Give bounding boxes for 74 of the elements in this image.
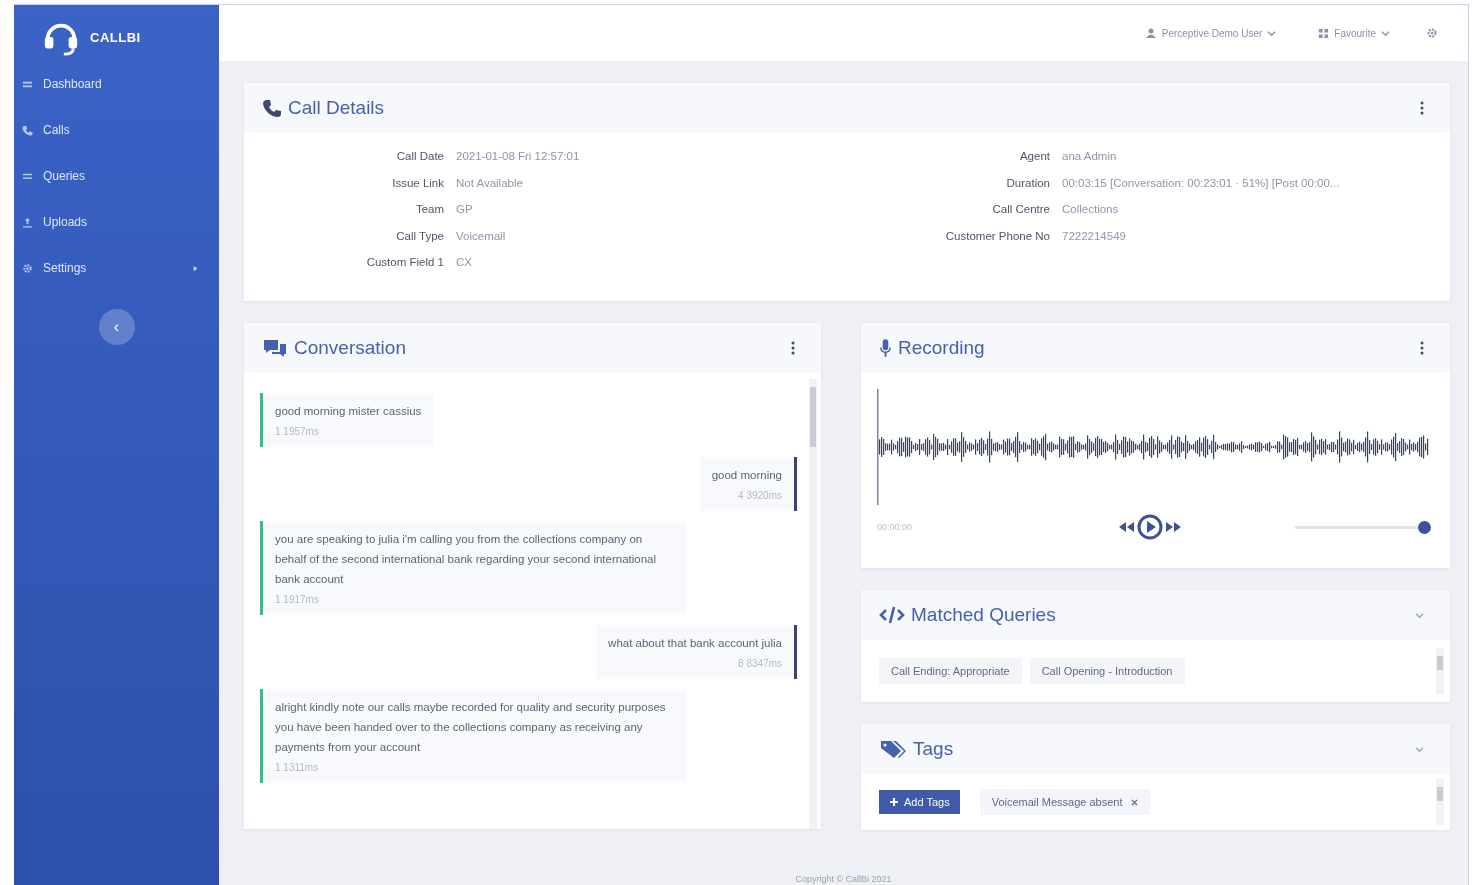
field-label: Duration: [1005, 175, 1050, 191]
field-value: 00:03:15 [Conversation: 00:23:01 · 51%] [Post 00:00...: [1062, 175, 1341, 191]
scrollbar[interactable]: [1436, 648, 1444, 694]
time-text: 00:00:00: [877, 522, 914, 532]
field-label: Issue Link: [391, 175, 444, 191]
scrollbar[interactable]: [809, 379, 817, 829]
plus-icon: [889, 797, 899, 807]
close-icon[interactable]: [1130, 798, 1138, 806]
sidebar-item[interactable]: Dashboard: [14, 61, 219, 107]
field-label: Agent: [1018, 149, 1050, 164]
message-text: alright kindly note our calls maybe recorded for quality and security purposes you have been handed over to the collections company as receiving any payments from your account: [275, 700, 667, 755]
grid-icon: [1318, 27, 1330, 39]
brand-name: CALLBI: [90, 29, 141, 45]
sidebar-item[interactable]: Calls: [14, 107, 219, 153]
tag-chip: Voicemail Message absent: [979, 789, 1150, 815]
query-chip: Call Opening - Introduction: [1029, 658, 1185, 684]
sidebar-item[interactable]: Settings: [14, 245, 219, 291]
field-value: CX: [456, 255, 473, 270]
sidebar-item[interactable]: Queries: [14, 153, 219, 199]
comments-icon: [262, 338, 288, 358]
card-title: Recording: [898, 337, 986, 359]
field-value: ana Admin: [1062, 149, 1118, 164]
query-chip: Call Ending: Appropriate: [879, 658, 1022, 684]
field-value: GP: [456, 202, 474, 217]
tags-icon: [879, 739, 907, 759]
message-time: 1 1311ms: [275, 761, 320, 775]
play-icon[interactable]: [1137, 514, 1163, 540]
code-icon: [879, 605, 905, 625]
message-text: what about that bank account julia: [608, 636, 782, 651]
card-title: Call Details: [288, 97, 386, 119]
field-label: Call Date: [395, 149, 444, 164]
copyright-text: Copyright © CallBi 2021: [795, 874, 892, 884]
field-value: 7222214549: [1062, 228, 1127, 244]
field-label: Team: [414, 202, 444, 217]
collapse-button[interactable]: ‹: [98, 309, 135, 345]
scrollbar[interactable]: [1436, 779, 1444, 825]
gear-icon: [22, 262, 33, 274]
more-icon[interactable]: [791, 341, 795, 355]
field-label: Custom Field 1: [365, 255, 444, 270]
user-menu[interactable]: Perceptive Demo User: [1138, 26, 1283, 40]
upload-icon: [22, 216, 33, 228]
add-tags-button[interactable]: Add Tags: [879, 790, 960, 814]
more-icon[interactable]: [1420, 341, 1424, 355]
message-time: 1 1917ms: [275, 593, 320, 607]
field-value: Voicemail: [456, 228, 507, 244]
message-text: good morning mister cassius: [275, 404, 422, 419]
chevron-down-icon: [1267, 29, 1277, 37]
field-value: Not Available: [456, 175, 524, 191]
message-time: 8 8347ms: [737, 657, 782, 671]
card-title: Matched Queries: [911, 604, 1057, 626]
message-text: good morning: [711, 468, 782, 483]
phone-icon: [262, 98, 282, 118]
chevron-down-icon: [1381, 29, 1390, 37]
microphone-icon: [879, 337, 892, 359]
field-label: Call Centre: [991, 202, 1050, 217]
message-text: you are speaking to julia i'm calling you from the collections company on behalf of the second international bank regarding your second international bank account: [275, 532, 658, 587]
client-menu[interactable]: Favourite: [1312, 26, 1396, 40]
card-title: Conversation: [294, 337, 407, 359]
rewind-icon[interactable]: [1117, 521, 1135, 533]
more-icon[interactable]: [1420, 101, 1424, 115]
gear-icon[interactable]: [1426, 27, 1438, 39]
user-icon: [1144, 27, 1157, 39]
card-title: Tags: [913, 738, 955, 760]
sidebar-item[interactable]: Uploads: [14, 199, 219, 245]
fast-forward-icon[interactable]: [1165, 521, 1183, 533]
message-time: 1 1957ms: [275, 425, 320, 439]
chevron-right-icon: [192, 264, 199, 272]
slider-thumb[interactable]: [1418, 520, 1431, 534]
field-label: Call Type: [395, 228, 444, 244]
phone-icon: [22, 124, 33, 136]
field-value: 2021-01-08 Fri 12:57:01: [456, 149, 580, 164]
message-time: 4 3920ms: [737, 489, 782, 503]
field-value: Collections: [1062, 202, 1120, 217]
field-label: Customer Phone No: [944, 228, 1050, 244]
